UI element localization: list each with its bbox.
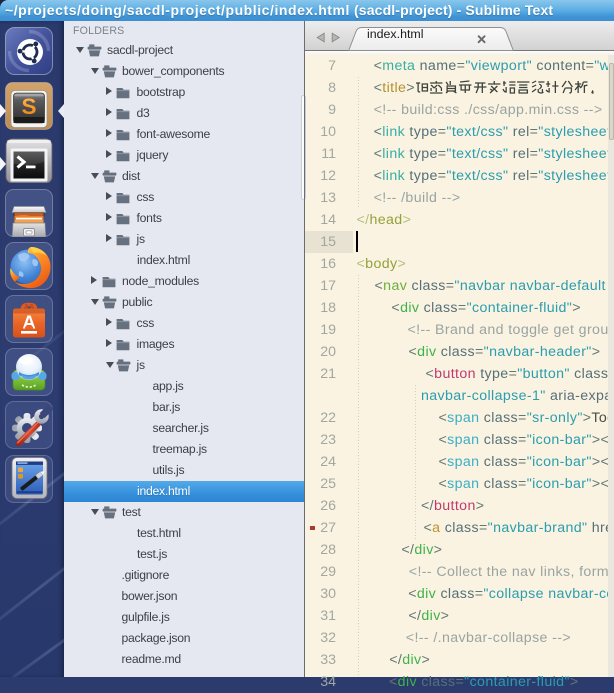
- svg-text:S: S: [21, 94, 36, 119]
- svg-text:A: A: [22, 312, 35, 333]
